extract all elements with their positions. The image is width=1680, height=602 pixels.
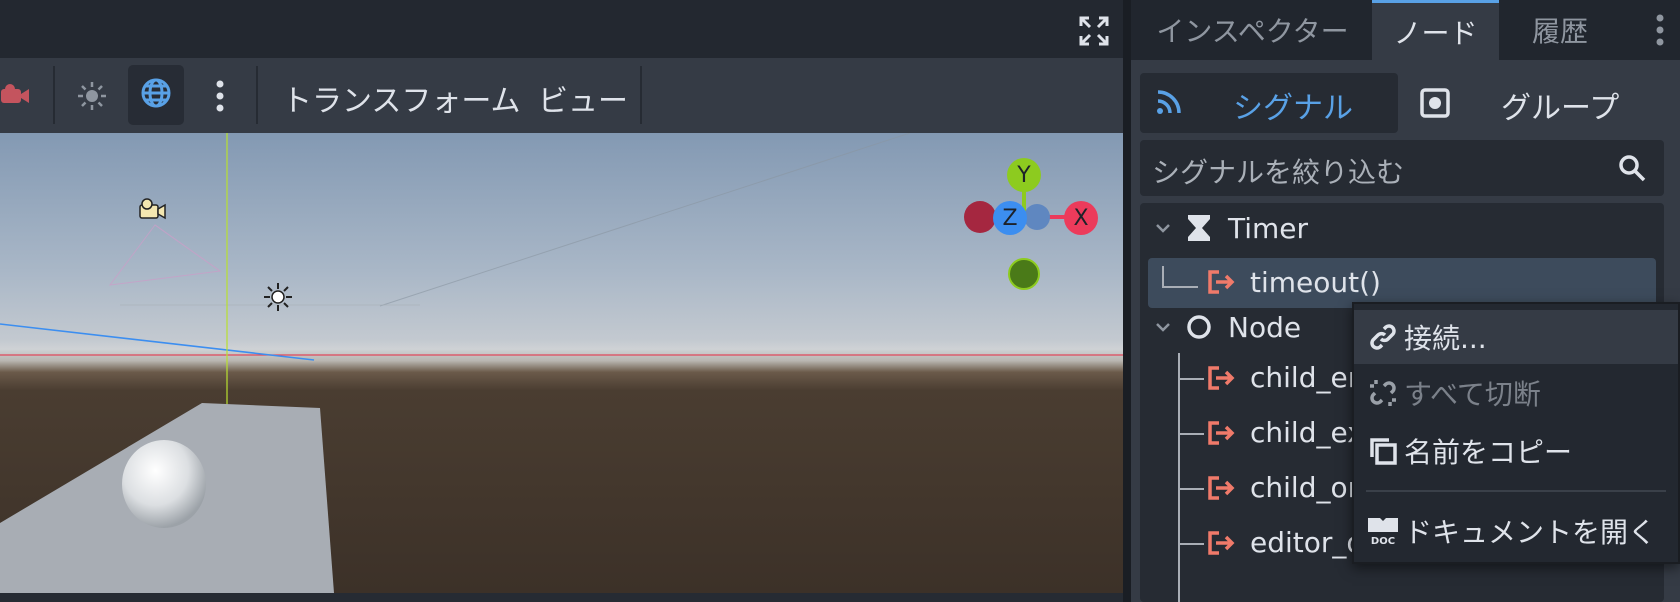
search-icon xyxy=(1618,154,1646,186)
unlink-icon xyxy=(1362,378,1404,408)
toolbar-separator xyxy=(53,66,55,124)
tree-row-timer[interactable]: Timer xyxy=(1148,203,1656,253)
tree-label-signal: child_en xyxy=(1250,361,1366,394)
toolbar-separator xyxy=(256,66,258,124)
tree-branch-line xyxy=(1178,378,1204,380)
connect-menu-item[interactable]: 接続... xyxy=(1354,310,1678,364)
gizmo-y-axis[interactable]: Y xyxy=(1007,158,1041,192)
tab-history[interactable]: 履歴 xyxy=(1500,0,1620,60)
sun-icon[interactable] xyxy=(74,80,110,112)
hourglass-icon xyxy=(1178,214,1220,242)
tree-label-timeout: timeout() xyxy=(1250,266,1381,299)
camera-icon[interactable] xyxy=(0,80,32,110)
gizmo-z-axis[interactable]: Z xyxy=(993,201,1027,235)
group-icon xyxy=(1420,88,1450,122)
signals-subtab[interactable]: シグナル xyxy=(1140,73,1398,133)
tree-branch-line xyxy=(1162,266,1198,288)
viewport-topbar xyxy=(0,0,1123,58)
tree-label-signal: child_or xyxy=(1250,471,1360,504)
signal-out-icon xyxy=(1206,420,1236,453)
svg-text:DOC: DOC xyxy=(1371,536,1395,546)
signal-out-icon xyxy=(1206,530,1236,563)
dock-menu-icon[interactable] xyxy=(1650,12,1670,48)
orientation-gizmo[interactable]: Y Z X xyxy=(944,155,1104,305)
copy-icon xyxy=(1362,436,1404,466)
globe-icon xyxy=(140,77,172,113)
tree-label-timer: Timer xyxy=(1228,211,1309,245)
tab-node[interactable]: ノード xyxy=(1372,0,1499,60)
tab-inspector[interactable]: インスペクター xyxy=(1134,0,1371,60)
disconnect-all-menu-item[interactable]: すべて切断 xyxy=(1354,366,1678,420)
tree-row-timeout-signal[interactable]: timeout() xyxy=(1148,258,1656,308)
signal-icon xyxy=(1154,87,1184,121)
open-docs-menu-item[interactable]: DOC ドキュメントを開く xyxy=(1354,504,1678,558)
copy-name-label: 名前をコピー xyxy=(1404,436,1573,469)
environment-toggle-button[interactable] xyxy=(128,65,184,125)
gizmo-x-axis[interactable]: X xyxy=(1064,201,1098,235)
groups-subtab-label: グループ xyxy=(1501,91,1620,126)
doc-icon: DOC xyxy=(1362,516,1404,546)
viewport-bottom-bar xyxy=(0,593,1123,602)
signal-out-icon xyxy=(1206,269,1236,302)
transform-menu[interactable]: トランスフォーム xyxy=(282,76,521,120)
tree-label-node: Node xyxy=(1228,310,1302,344)
tree-branch-line xyxy=(1178,543,1204,545)
link-icon xyxy=(1362,322,1404,352)
tree-branch-line xyxy=(1178,353,1180,602)
tree-label-signal: child_ex xyxy=(1250,416,1364,449)
toolbar-separator xyxy=(640,66,642,124)
camera-gizmo-icon[interactable] xyxy=(138,197,168,227)
node-circle-icon xyxy=(1178,314,1220,340)
groups-subtab[interactable]: グループ xyxy=(1406,73,1666,133)
filter-placeholder: シグナルを絞り込む xyxy=(1152,156,1405,189)
chevron-down-icon[interactable] xyxy=(1148,223,1178,233)
tree-branch-line xyxy=(1178,433,1204,435)
tree-branch-line xyxy=(1178,488,1204,490)
3d-scene-view[interactable]: Y Z X xyxy=(0,133,1123,593)
signal-filter-input[interactable]: シグナルを絞り込む xyxy=(1140,140,1664,196)
disconnect-all-label: すべて切断 xyxy=(1404,378,1541,411)
view-menu[interactable]: ビュー xyxy=(538,76,628,120)
kebab-menu-icon[interactable] xyxy=(205,78,235,114)
signal-out-icon xyxy=(1206,365,1236,398)
signal-context-menu: 接続... すべて切断 名前をコピー DOC ドキュメントを開く xyxy=(1352,302,1680,564)
connect-label: 接続... xyxy=(1404,322,1487,355)
chevron-down-icon[interactable] xyxy=(1148,322,1178,332)
signals-subtab-label: シグナル xyxy=(1233,91,1353,126)
fullscreen-icon[interactable] xyxy=(1077,14,1111,48)
copy-name-menu-item[interactable]: 名前をコピー xyxy=(1354,424,1678,478)
signal-out-icon xyxy=(1206,475,1236,508)
menu-separator xyxy=(1366,490,1666,492)
light-gizmo-icon[interactable] xyxy=(262,281,294,317)
open-docs-label: ドキュメントを開く xyxy=(1404,516,1657,549)
